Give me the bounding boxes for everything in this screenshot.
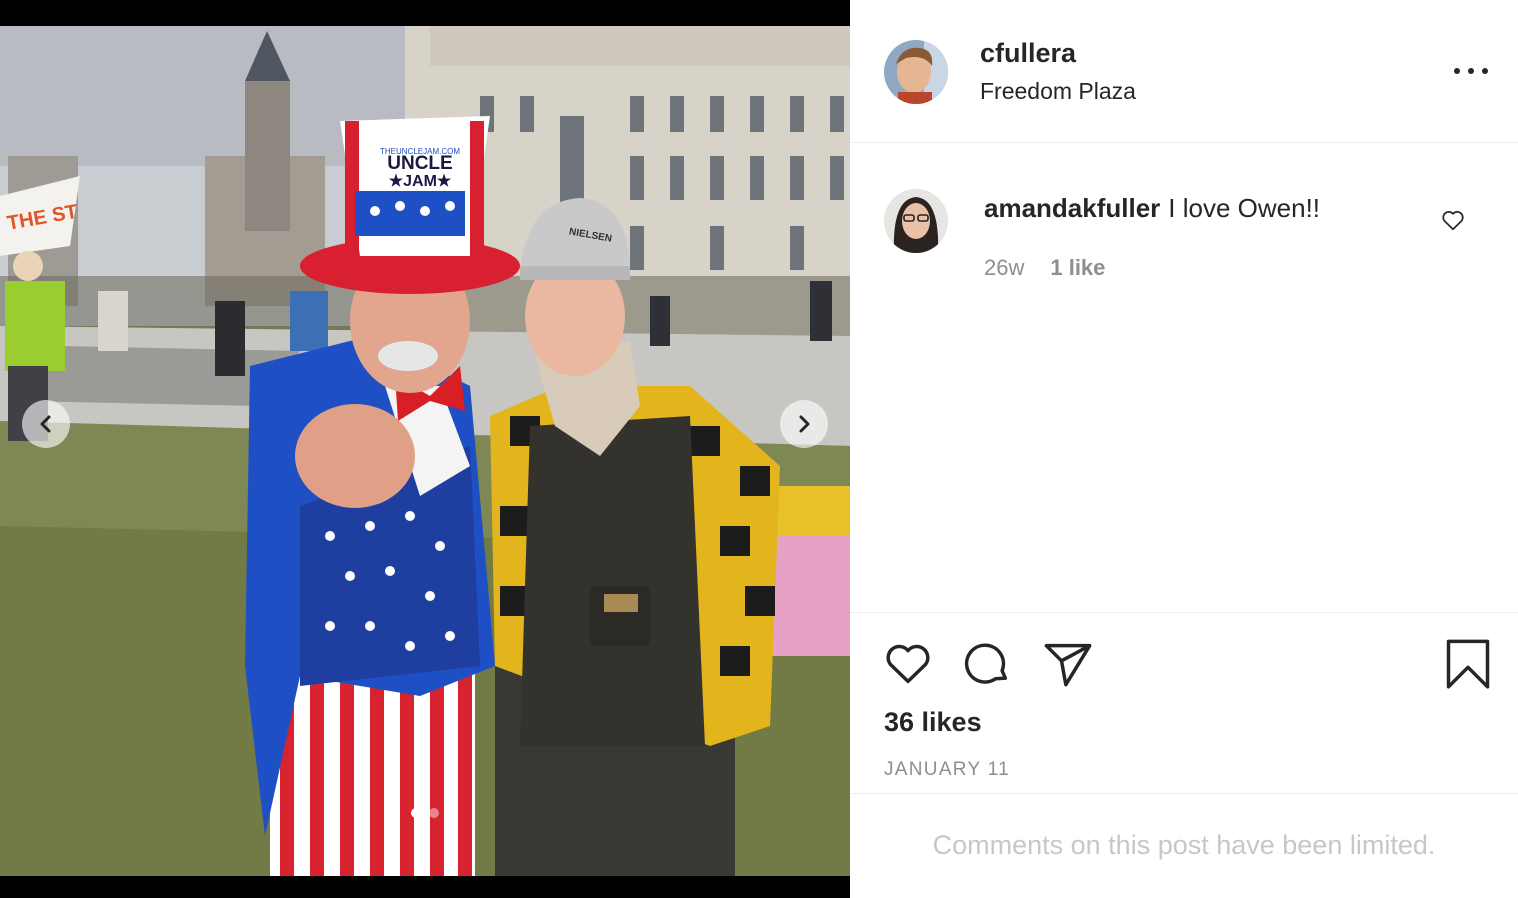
- post-actions: 36 likes JANUARY 11: [850, 612, 1518, 794]
- post-date[interactable]: JANUARY 11: [884, 759, 1010, 781]
- comment-age[interactable]: 26w: [984, 255, 1024, 281]
- comment-heart-icon[interactable]: [1440, 207, 1466, 233]
- owner-avatar[interactable]: [884, 40, 948, 104]
- heart-icon[interactable]: [882, 637, 934, 689]
- carousel-dot-2[interactable]: [429, 808, 439, 818]
- speech-bubble-icon[interactable]: [962, 637, 1014, 689]
- post-header: cfullera Freedom Plaza: [850, 0, 1518, 143]
- comment-likes[interactable]: 1 like: [1050, 255, 1105, 281]
- commenter-avatar[interactable]: [884, 189, 948, 253]
- bookmark-icon[interactable]: [1442, 637, 1494, 689]
- hat-brand-line1: UNCLE: [387, 153, 452, 174]
- hat-brand-line2: ★JAM★: [389, 173, 452, 190]
- comment-body: I love Owen!!: [1168, 193, 1321, 223]
- chevron-left-icon: [40, 415, 51, 433]
- post-sidebar: cfullera Freedom Plaza amandakfuller I lo…: [850, 0, 1518, 898]
- likes-count[interactable]: 36 likes: [884, 707, 982, 738]
- post-media: THE ST THEUNCLEJAM.COM UNCLE ★JAM★ NIELS…: [0, 0, 850, 898]
- comment-meta: 26w 1 like: [984, 255, 1105, 281]
- comment-username[interactable]: amandakfuller: [984, 193, 1160, 223]
- photo-illustration: THE ST THEUNCLEJAM.COM UNCLE ★JAM★ NIELS…: [0, 26, 850, 876]
- chevron-right-icon: [799, 415, 810, 433]
- comment-item: amandakfuller I love Owen!!: [984, 193, 1320, 224]
- next-slide-button[interactable]: [780, 400, 828, 448]
- comments-limited-notice: Comments on this post have been limited.: [932, 830, 1436, 860]
- more-options-icon[interactable]: [1454, 60, 1488, 82]
- comments-list: amandakfuller I love Owen!! 26w 1 like: [850, 143, 1518, 613]
- post-location[interactable]: Freedom Plaza: [980, 78, 1136, 105]
- post-photo[interactable]: THE ST THEUNCLEJAM.COM UNCLE ★JAM★ NIELS…: [0, 26, 850, 876]
- paper-plane-icon[interactable]: [1042, 637, 1094, 689]
- previous-slide-button[interactable]: [22, 400, 70, 448]
- post-username[interactable]: cfullera: [980, 38, 1076, 69]
- carousel-indicator: [0, 808, 850, 818]
- carousel-dot-1[interactable]: [411, 808, 421, 818]
